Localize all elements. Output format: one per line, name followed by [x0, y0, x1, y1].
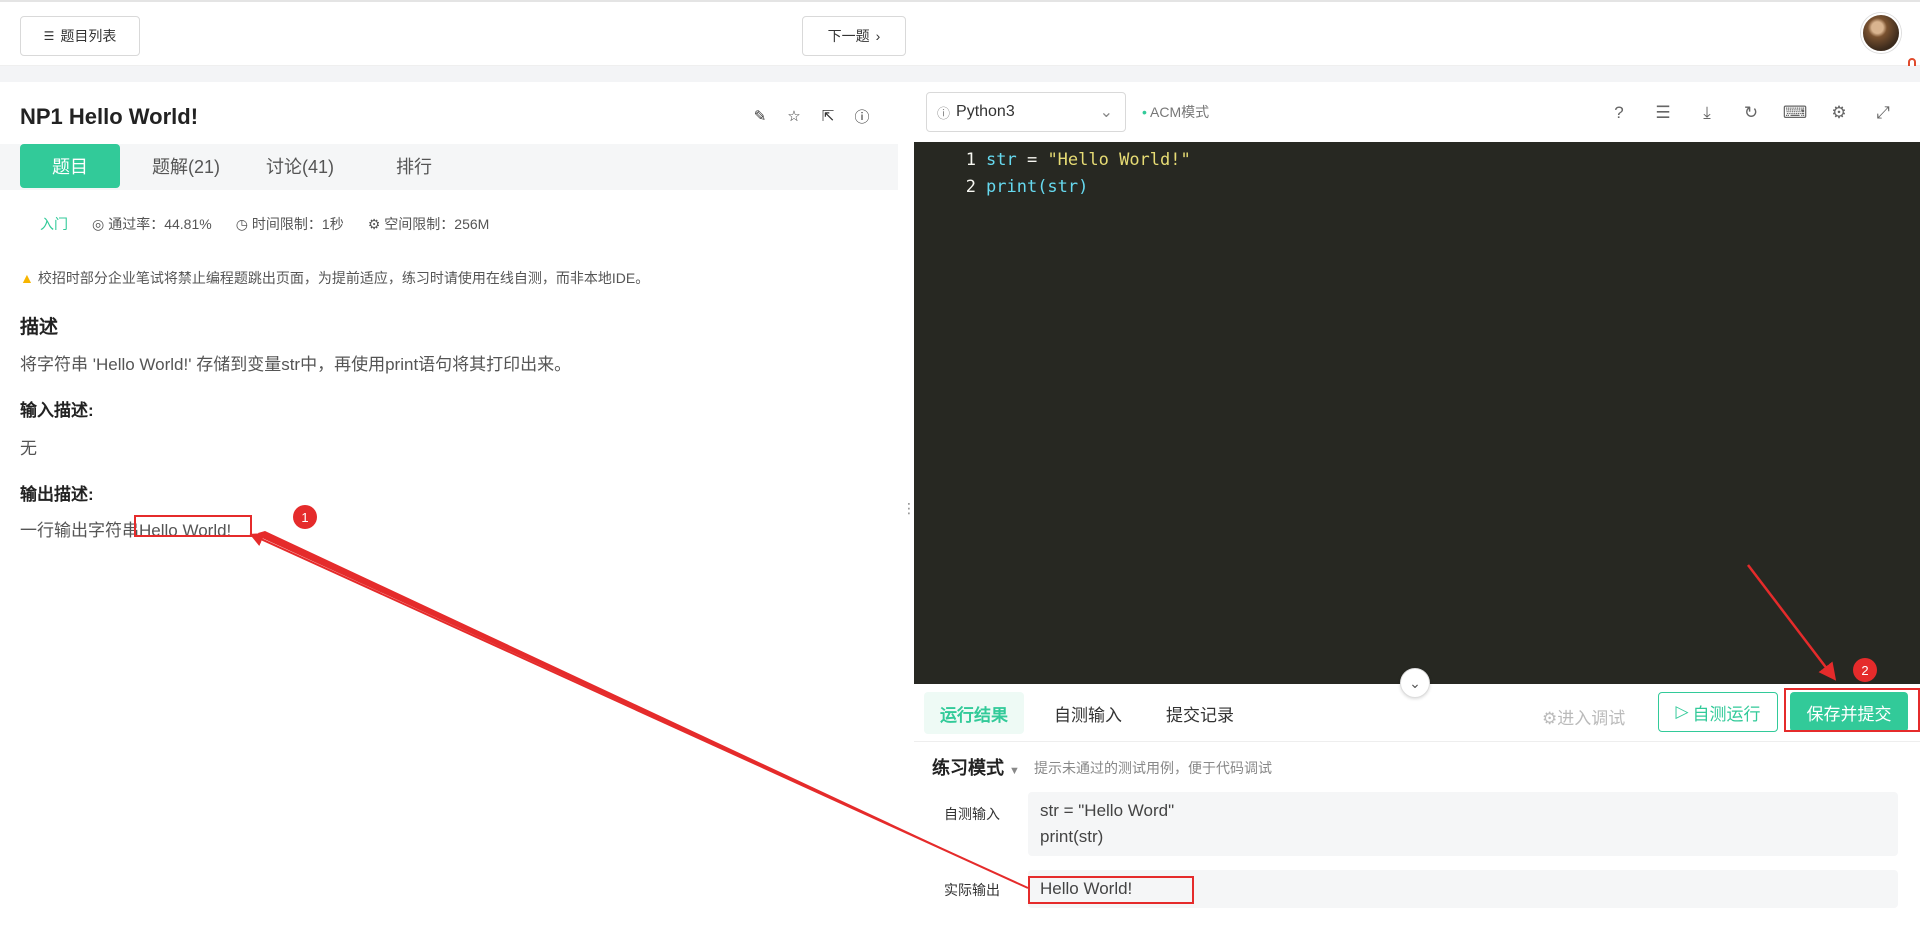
self-input-line: print(str) — [1040, 827, 1104, 846]
top-bar: ☰ 题目列表 下一题 › — [0, 0, 1920, 66]
problem-tabs: 题目 题解(21) 讨论(41) 排行 — [0, 144, 898, 190]
problem-list-label: 题目列表 — [60, 28, 117, 44]
warning-text: 校招时部分企业笔试将禁止编程题跳出页面，为提前适应，练习时请使用在线自测，而非本… — [37, 270, 650, 286]
info-icon: ⓘ — [937, 105, 951, 121]
tab-solutions[interactable]: 题解(21) — [136, 144, 236, 188]
tab-problem[interactable]: 题目 — [20, 144, 120, 188]
enter-debug-link[interactable]: ⚙进入调试 — [1542, 704, 1625, 729]
difficulty-badge: 入门 — [40, 216, 68, 232]
star-icon[interactable]: ☆ — [784, 106, 804, 126]
info-icon[interactable]: ⓘ — [852, 106, 872, 126]
line-number: 2 — [965, 177, 976, 197]
description-text: 将字符串 'Hello World!' 存储到变量str中，再使用print语句… — [20, 355, 572, 374]
collapse-icon[interactable]: ⌄ — [1400, 668, 1430, 698]
check-circle-icon: ◎ — [92, 215, 105, 232]
clock-icon: ◷ — [235, 215, 248, 232]
tab-self-input[interactable]: 自测输入 — [1038, 692, 1138, 734]
keyboard-icon[interactable]: ⌨ — [1783, 102, 1808, 124]
practice-mode-select[interactable]: 练习模式 ▼ — [932, 754, 1020, 780]
annotation-badge: 2 — [1853, 658, 1877, 682]
self-input-line: str = "Hello Word" — [1040, 801, 1175, 820]
gear-icon[interactable]: ⚙ — [1828, 102, 1850, 124]
tab-discussion[interactable]: 讨论(41) — [250, 144, 350, 188]
next-problem-button[interactable]: 下一题 › — [802, 16, 906, 56]
code-token: str — [986, 150, 1017, 170]
problem-list-button[interactable]: ☰ 题目列表 — [20, 16, 140, 56]
line-number: 1 — [965, 150, 976, 170]
enter-debug-label: 进入调试 — [1557, 709, 1626, 728]
share-icon[interactable]: ⇱ — [818, 106, 838, 126]
language-value: Python3 — [956, 103, 1015, 120]
problem-title: NP1 Hello World! — [20, 104, 199, 129]
actual-output-label: 实际输出 — [944, 882, 1000, 898]
bug-icon: ⚙ — [1542, 709, 1558, 728]
annotation-box — [1784, 688, 1920, 732]
help-icon[interactable]: ? — [1608, 102, 1630, 124]
self-input-label: 自测输入 — [944, 806, 1000, 822]
warning-notice: ▲ 校招时部分企业笔试将禁止编程题跳出页面，为提前适应，练习时请使用在线自测，而… — [20, 268, 649, 288]
list-icon: ☰ — [43, 29, 55, 43]
download-icon[interactable]: ⤓ — [1696, 102, 1718, 124]
problem-meta: 入门 ◎ 通过率：44.81% ◷ 时间限制：1秒 ⚙ 空间限制：256M — [40, 214, 489, 234]
avatar[interactable] — [1861, 13, 1901, 53]
output-heading: 输出描述: — [20, 485, 94, 504]
editor-toolbar: ? ☰ ⤓ ↻ ⌨ ⚙ ⤢ — [1608, 102, 1894, 124]
self-run-button[interactable]: ▷ 自测运行 — [1658, 692, 1778, 732]
code-line: 2 print (str) — [954, 177, 1089, 197]
tab-ranking[interactable]: 排行 — [364, 144, 464, 188]
tab-submit-history[interactable]: 提交记录 — [1150, 692, 1250, 734]
output-text-prefix: 一行输出字符串 — [20, 521, 139, 540]
language-select[interactable]: ⓘ Python3 ⌄ — [926, 92, 1126, 132]
edit-icon[interactable]: ✎ — [750, 106, 770, 126]
caret-down-icon: ▼ — [1009, 765, 1020, 777]
tab-run-result[interactable]: 运行结果 — [924, 692, 1024, 734]
input-heading: 输入描述: — [20, 401, 94, 420]
practice-mode-label: 练习模式 — [932, 758, 1004, 778]
pass-rate: 通过率：44.81% — [108, 216, 212, 232]
play-icon: ▷ — [1675, 702, 1689, 721]
space-limit: 空间限制：256M — [384, 216, 490, 232]
warning-icon: ▲ — [20, 270, 34, 286]
chevron-down-icon: ⌄ — [1099, 104, 1113, 121]
self-run-label: 自测运行 — [1692, 704, 1761, 724]
next-problem-label: 下一题 — [827, 28, 870, 44]
refresh-icon[interactable]: ↻ — [1740, 102, 1762, 124]
acm-mode-text: ACM模式 — [1150, 104, 1210, 120]
code-token: (str) — [1037, 177, 1089, 197]
page-gap — [0, 66, 1920, 82]
practice-hint: 提示未通过的测试用例，便于代码调试 — [1034, 760, 1272, 776]
editor-panel: ⓘ Python3 ⌄ • ACM模式 ? ☰ ⤓ ↻ ⌨ ⚙ ⤢ 1 str … — [914, 82, 1920, 942]
problem-panel: NP1 Hello World! ✎ ☆ ⇱ ⓘ 题目 题解(21) 讨论(41… — [0, 82, 898, 942]
fullscreen-icon[interactable]: ⤢ — [1872, 102, 1894, 124]
code-editor[interactable]: 1 str = "Hello World!" 2 print (str) — [914, 142, 1920, 684]
annotation-box — [1028, 876, 1194, 904]
annotation-badge: 1 — [293, 505, 317, 529]
code-token: print — [986, 177, 1038, 197]
self-input-box: str = "Hello Word" print(str) — [1028, 792, 1898, 856]
code-token: "Hello World!" — [1047, 150, 1191, 170]
chip-icon: ⚙ — [367, 215, 381, 232]
code-line: 1 str = "Hello World!" — [954, 150, 1191, 170]
code-token: = — [1016, 150, 1048, 170]
time-limit: 时间限制：1秒 — [251, 216, 344, 232]
title-actions: ✎ ☆ ⇱ ⓘ — [750, 106, 872, 126]
acm-mode-label: • ACM模式 — [1142, 104, 1210, 120]
input-text: 无 — [20, 439, 37, 458]
chevron-right-icon: › — [875, 28, 881, 44]
list-icon[interactable]: ☰ — [1652, 102, 1674, 124]
annotation-box — [134, 515, 252, 537]
description-heading: 描述 — [20, 317, 59, 338]
